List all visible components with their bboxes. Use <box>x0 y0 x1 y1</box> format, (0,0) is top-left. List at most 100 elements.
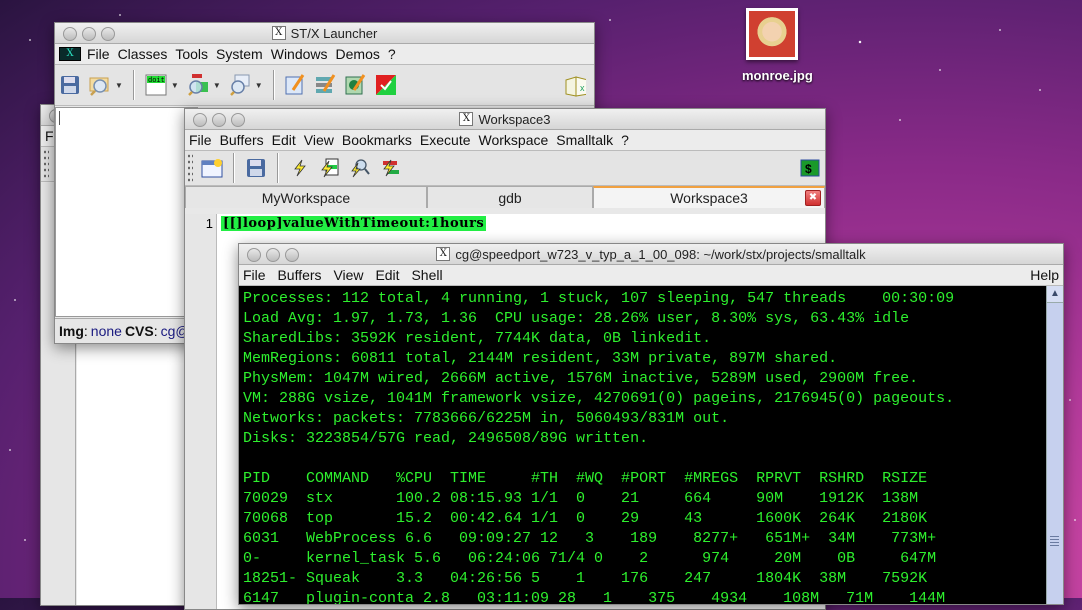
summary-line: Disks: 3223854/57G read, 2496508/89G wri… <box>243 430 649 447</box>
close-window-button[interactable] <box>247 248 261 262</box>
toolbar: ▼ doit ▼ ▼ ▼ x <box>55 65 594 106</box>
line-number: 1 <box>205 216 213 231</box>
menu-help[interactable]: ? <box>384 46 400 62</box>
summary-line: Processes: 112 total, 4 running, 1 stuck… <box>243 290 955 307</box>
menu-bar: File Buffers Edit View Bookmarks Execute… <box>185 130 825 151</box>
table-row: 70068 top 15.2 00:42.64 1/1 0 29 43 1600… <box>243 510 946 527</box>
svg-text:$: $ <box>805 162 812 176</box>
scroll-thumb[interactable] <box>1050 536 1059 546</box>
menu-execute[interactable]: Execute <box>416 132 475 148</box>
tab-workspace3[interactable]: Workspace3 <box>593 186 825 208</box>
window-title: ST/X Launcher <box>290 25 378 41</box>
table-row: 6147 plugin-conta 2.8 03:11:09 28 1 375 … <box>243 590 973 604</box>
tab-gdb[interactable]: gdb <box>427 186 593 208</box>
text-cursor <box>59 111 60 125</box>
zoom-window-button[interactable] <box>231 113 245 127</box>
save-icon[interactable] <box>59 74 81 96</box>
book-icon[interactable]: x <box>564 74 586 97</box>
test-runner-icon[interactable] <box>375 74 397 96</box>
menu-file[interactable]: File <box>239 267 270 283</box>
separator <box>132 70 135 100</box>
table-row: 18251- Squeak 3.3 04:26:56 5 1 176 247 1… <box>243 570 946 587</box>
shell-icon[interactable]: $ <box>799 157 821 179</box>
toolbar-grip[interactable] <box>43 149 49 179</box>
close-window-button[interactable] <box>63 27 77 41</box>
menu-windows[interactable]: Windows <box>267 46 332 62</box>
close-tab-icon[interactable]: ✖ <box>805 190 821 206</box>
list-edit-icon[interactable] <box>315 74 337 96</box>
desktop-file-icon[interactable]: monroe.jpg <box>742 8 813 83</box>
chevron-down-icon[interactable]: ▼ <box>171 81 179 90</box>
menu-smalltalk[interactable]: Smalltalk <box>552 132 617 148</box>
save-icon[interactable] <box>245 157 267 179</box>
minimize-window-button[interactable] <box>212 113 226 127</box>
svg-text:x: x <box>580 83 585 93</box>
menu-edit[interactable]: Edit <box>268 132 300 148</box>
code-selection[interactable]: [[]loop]valueWithTimeout:1hours <box>221 216 487 231</box>
close-window-button[interactable] <box>193 113 207 127</box>
table-row: 70029 stx 100.2 08:15.93 1/1 0 21 664 90… <box>243 490 946 507</box>
menu-buffers[interactable]: Buffers <box>273 267 325 283</box>
title-bar[interactable]: X cg@speedport_w723_v_typ_a_1_00_098: ~/… <box>239 244 1063 265</box>
menu-view[interactable]: View <box>329 267 367 283</box>
cvs-label: CVS <box>124 323 154 339</box>
minimize-window-button[interactable] <box>82 27 96 41</box>
new-workspace-icon[interactable] <box>201 157 223 179</box>
stx-logo-icon[interactable]: X <box>59 47 81 61</box>
menu-help[interactable]: ? <box>617 132 633 148</box>
menu-tools[interactable]: Tools <box>171 46 212 62</box>
chevron-down-icon[interactable]: ▼ <box>255 81 263 90</box>
table-row: 6031 WebProcess 6.6 09:09:27 12 3 189 82… <box>243 530 955 547</box>
chevron-down-icon[interactable]: ▼ <box>213 81 221 90</box>
inspectit-icon[interactable] <box>349 157 371 179</box>
terminal-output[interactable]: Processes: 112 total, 4 running, 1 stuck… <box>239 286 1047 604</box>
debugit-icon[interactable] <box>379 157 401 179</box>
toolbar-grip[interactable] <box>187 153 193 183</box>
toolbar: $ <box>185 151 825 186</box>
image-thumbnail <box>746 8 798 60</box>
launcher-text-area[interactable] <box>55 107 197 317</box>
summary-line: Networks: packets: 7783666/6225M in, 506… <box>243 410 730 427</box>
menu-edit[interactable]: Edit <box>371 267 403 283</box>
doit-lightning-icon[interactable] <box>289 157 311 179</box>
title-bar[interactable]: X ST/X Launcher <box>55 23 594 44</box>
menu-view[interactable]: View <box>300 132 338 148</box>
line-number-gutter: 1 <box>185 214 217 609</box>
scroll-up-icon[interactable]: ▲ <box>1047 286 1063 303</box>
window-title: cg@speedport_w723_v_typ_a_1_00_098: ~/wo… <box>455 246 866 262</box>
inspect-icon[interactable] <box>187 74 209 96</box>
tab-myworkspace[interactable]: MyWorkspace <box>185 186 427 208</box>
menu-system[interactable]: System <box>212 46 267 62</box>
menu-demos[interactable]: Demos <box>332 46 384 62</box>
search-icon[interactable] <box>229 74 251 96</box>
separator <box>277 153 279 183</box>
open-browser-icon[interactable] <box>89 74 111 96</box>
window-title: Workspace3 <box>478 111 551 127</box>
tree-edit-icon[interactable] <box>345 74 367 96</box>
menu-file[interactable]: File <box>185 132 216 148</box>
menu-bookmarks[interactable]: Bookmarks <box>338 132 416 148</box>
chevron-down-icon[interactable]: ▼ <box>115 81 123 90</box>
menu-file[interactable]: File <box>83 46 114 62</box>
doit-icon[interactable]: doit <box>145 74 167 96</box>
title-bar[interactable]: X Workspace3 <box>185 109 825 130</box>
summary-line: VM: 288G vsize, 1041M framework vsize, 4… <box>243 390 955 407</box>
menu-shell[interactable]: Shell <box>407 267 446 283</box>
menu-buffers[interactable]: Buffers <box>216 132 268 148</box>
separator <box>233 153 235 183</box>
desktop-icon-label: monroe.jpg <box>742 68 813 83</box>
menu-classes[interactable]: Classes <box>114 46 172 62</box>
summary-line: Load Avg: 1.97, 1.73, 1.36 CPU usage: 28… <box>243 310 910 327</box>
edit-icon[interactable] <box>285 74 307 96</box>
menu-workspace[interactable]: Workspace <box>475 132 553 148</box>
vertical-scrollbar[interactable]: ▲ <box>1046 286 1063 604</box>
terminal-window[interactable]: X cg@speedport_w723_v_typ_a_1_00_098: ~/… <box>238 243 1064 605</box>
menu-help[interactable]: Help <box>1026 267 1063 283</box>
img-label: Img <box>59 323 84 339</box>
table-row: 0- kernel_task 5.6 06:24:06 71/4 0 2 974… <box>243 550 964 567</box>
printit-icon[interactable] <box>319 157 341 179</box>
zoom-window-button[interactable] <box>101 27 115 41</box>
zoom-window-button[interactable] <box>285 248 299 262</box>
minimize-window-button[interactable] <box>266 248 280 262</box>
